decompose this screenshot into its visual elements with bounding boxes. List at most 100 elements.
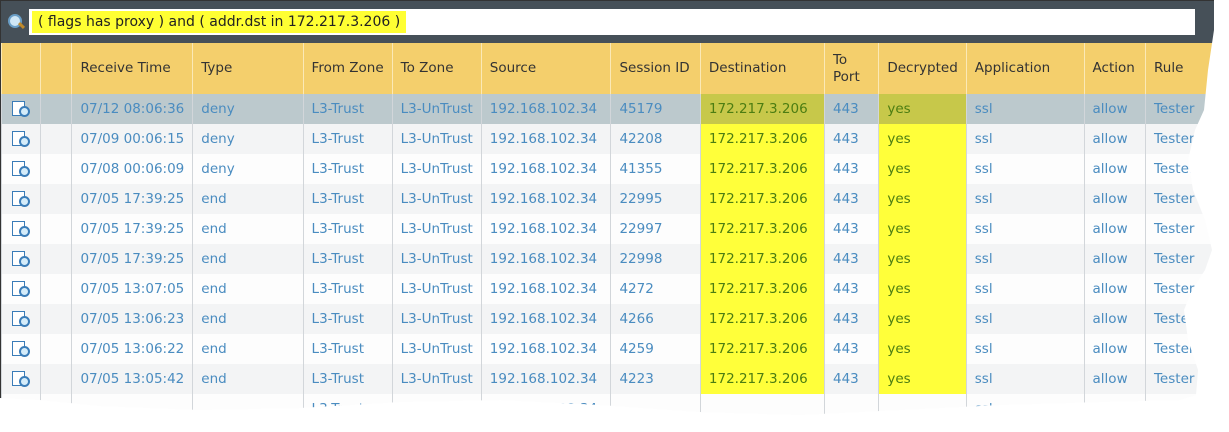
table-row[interactable]: 07/05 13:06:22 end L3-Trust L3-UnTrust 192.1… <box>1 334 1214 364</box>
destination-value[interactable]: 172.217.3.206 <box>701 124 808 154</box>
type-cell: end <box>192 274 304 304</box>
rule-value[interactable]: Tester <box>1154 101 1194 117</box>
blank-cell <box>39 124 72 154</box>
column-header-to-zone[interactable]: To Zone <box>391 43 482 94</box>
destination-value[interactable]: 172.217.3.206 <box>701 304 808 334</box>
rule-value[interactable]: Tester <box>1154 191 1194 207</box>
receive-time-cell: 07/12 08:06:36 <box>71 94 193 124</box>
log-detail-icon[interactable] <box>12 281 30 297</box>
source-value[interactable]: 192.168.102.34 <box>490 401 597 415</box>
destination-value[interactable]: 172.217.3.206 <box>701 94 808 124</box>
receive-time-cell: 07/05 17:39:25 <box>71 244 193 274</box>
session-id-value: 41355 <box>619 161 663 177</box>
column-header-session-id[interactable]: Session ID <box>610 43 701 94</box>
column-header-receive-time[interactable]: Receive Time <box>71 43 193 94</box>
application-value: ssl <box>974 281 993 297</box>
table-row[interactable]: 07/12 08:06:36 deny L3-Trust L3-UnTrust 192.… <box>1 94 1214 124</box>
table-row[interactable]: 07/05 13:07:05 end L3-Trust L3-UnTrust 192.1… <box>1 274 1214 304</box>
log-detail-icon[interactable] <box>12 251 30 267</box>
rule-value[interactable]: Tester <box>1154 311 1194 327</box>
destination-value[interactable]: 172.217.3.206 <box>701 214 808 244</box>
column-header-decrypted[interactable]: Decrypted <box>878 43 967 94</box>
column-header-type[interactable]: Type <box>192 43 304 94</box>
table-row[interactable]: 07/05 17:39:25 end L3-Trust L3-UnTrust 192.1… <box>1 214 1214 244</box>
column-header-action[interactable]: Action <box>1083 43 1146 94</box>
rule-value[interactable]: Tester <box>1154 341 1194 357</box>
rule-value[interactable]: Tester <box>1154 251 1194 267</box>
source-value[interactable]: 192.168.102.34 <box>490 191 597 207</box>
table-row[interactable]: 07/08 00:06:09 deny L3-Trust L3-UnTrust 192.… <box>1 154 1214 184</box>
detail-cell <box>1 274 41 304</box>
source-value[interactable]: 192.168.102.34 <box>490 311 597 327</box>
column-header-rule[interactable]: Rule <box>1144 43 1214 94</box>
column-header-from-zone[interactable]: From Zone <box>302 43 393 94</box>
receive-time-value[interactable]: 07/05 13:07:05 <box>80 281 184 297</box>
rule-value[interactable]: Tester <box>1154 221 1194 237</box>
from-zone-cell: L3-Trust <box>302 334 393 364</box>
receive-time-value[interactable]: 07/12 08:06:36 <box>80 101 184 117</box>
source-value[interactable]: 192.168.102.34 <box>490 251 597 267</box>
column-header-destination[interactable]: Destination <box>699 43 825 94</box>
application-value: ssl <box>974 131 993 147</box>
table-row[interactable]: 07/05 17:39:25 end L3-Trust L3-UnTrust 192.1… <box>1 184 1214 214</box>
destination-value[interactable]: 172.217.3.206 <box>701 334 808 364</box>
application-cell: ssl <box>965 274 1085 304</box>
from-zone-value: L3-Trust <box>311 131 364 147</box>
log-detail-icon[interactable] <box>12 371 30 387</box>
log-detail-icon[interactable] <box>12 221 30 237</box>
destination-value[interactable]: 172.217.3.206 <box>701 244 808 274</box>
column-header-blank[interactable] <box>39 43 72 94</box>
decrypted-value: yes <box>879 364 918 394</box>
receive-time-value[interactable]: 07/05 17:39:25 <box>80 251 184 267</box>
column-header-detail[interactable] <box>1 43 41 94</box>
destination-value[interactable]: 172.217.3.206 <box>701 364 808 394</box>
rule-value[interactable]: Tester <box>1154 131 1194 147</box>
receive-time-value[interactable]: 07/05 13:06:23 <box>80 311 184 327</box>
detail-cell <box>1 124 41 154</box>
source-value[interactable]: 192.168.102.34 <box>490 101 597 117</box>
decrypted-cell: yes <box>878 154 967 184</box>
application-value: ssl <box>974 101 993 117</box>
receive-time-value[interactable]: 07/05 17:39:25 <box>80 191 184 207</box>
receive-time-value[interactable]: 07/08 00:06:09 <box>80 161 184 177</box>
table-row[interactable]: 07/05 13:06:23 end L3-Trust L3-UnTrust 192.1… <box>1 304 1214 334</box>
log-detail-icon[interactable] <box>12 131 30 147</box>
to-zone-value: L3-UnTrust <box>400 311 473 327</box>
destination-value[interactable]: 172.217.3.206 <box>701 184 808 214</box>
source-value[interactable]: 192.168.102.34 <box>490 281 597 297</box>
column-header-to-port[interactable]: To Port <box>823 43 879 94</box>
search-icon[interactable] <box>7 13 25 31</box>
source-value[interactable]: 192.168.102.34 <box>490 371 597 387</box>
to-zone-value: L3-UnTrust <box>400 401 473 417</box>
column-header-application[interactable]: Application <box>965 43 1085 94</box>
to-zone-value: L3-UnTrust <box>400 281 473 297</box>
application-cell: ssl <box>965 214 1085 244</box>
table-row[interactable]: L3-Trust L3-UnTrust 192.168.102.34 ssl allow <box>1 394 1214 417</box>
destination-value[interactable]: 172.217.3.206 <box>701 274 808 304</box>
column-header-source[interactable]: Source <box>480 43 611 94</box>
log-detail-icon[interactable] <box>12 191 30 207</box>
source-value[interactable]: 192.168.102.34 <box>490 221 597 237</box>
table-row[interactable]: 07/09 00:06:15 deny L3-Trust L3-UnTrust 192.… <box>1 124 1214 154</box>
filter-input[interactable]: ( flags has proxy ) and ( addr.dst in 17… <box>29 9 1195 35</box>
source-value[interactable]: 192.168.102.34 <box>490 161 597 177</box>
log-detail-icon[interactable] <box>12 161 30 177</box>
rule-value[interactable]: Tester <box>1154 371 1194 387</box>
log-detail-icon[interactable] <box>12 101 30 117</box>
detail-cell <box>1 184 41 214</box>
receive-time-value[interactable]: 07/05 13:06:22 <box>80 341 184 357</box>
receive-time-value[interactable]: 07/05 17:39:25 <box>80 221 184 237</box>
log-detail-icon[interactable] <box>12 311 30 327</box>
log-detail-icon[interactable] <box>12 341 30 357</box>
rule-value[interactable]: Tester <box>1154 281 1194 297</box>
table-row[interactable]: 07/05 13:05:42 end L3-Trust L3-UnTrust 192.1… <box>1 364 1214 394</box>
destination-value[interactable]: 172.217.3.206 <box>701 154 808 184</box>
session-id-value: 42208 <box>619 131 663 147</box>
rule-value[interactable]: Tester <box>1154 161 1194 177</box>
table-row[interactable]: 07/05 17:39:25 end L3-Trust L3-UnTrust 192.1… <box>1 244 1214 274</box>
source-value[interactable]: 192.168.102.34 <box>490 131 597 147</box>
receive-time-value[interactable]: 07/05 13:05:42 <box>80 371 184 387</box>
source-value[interactable]: 192.168.102.34 <box>490 341 597 357</box>
receive-time-value[interactable]: 07/09 00:06:15 <box>80 131 184 147</box>
application-cell: ssl <box>965 304 1085 334</box>
